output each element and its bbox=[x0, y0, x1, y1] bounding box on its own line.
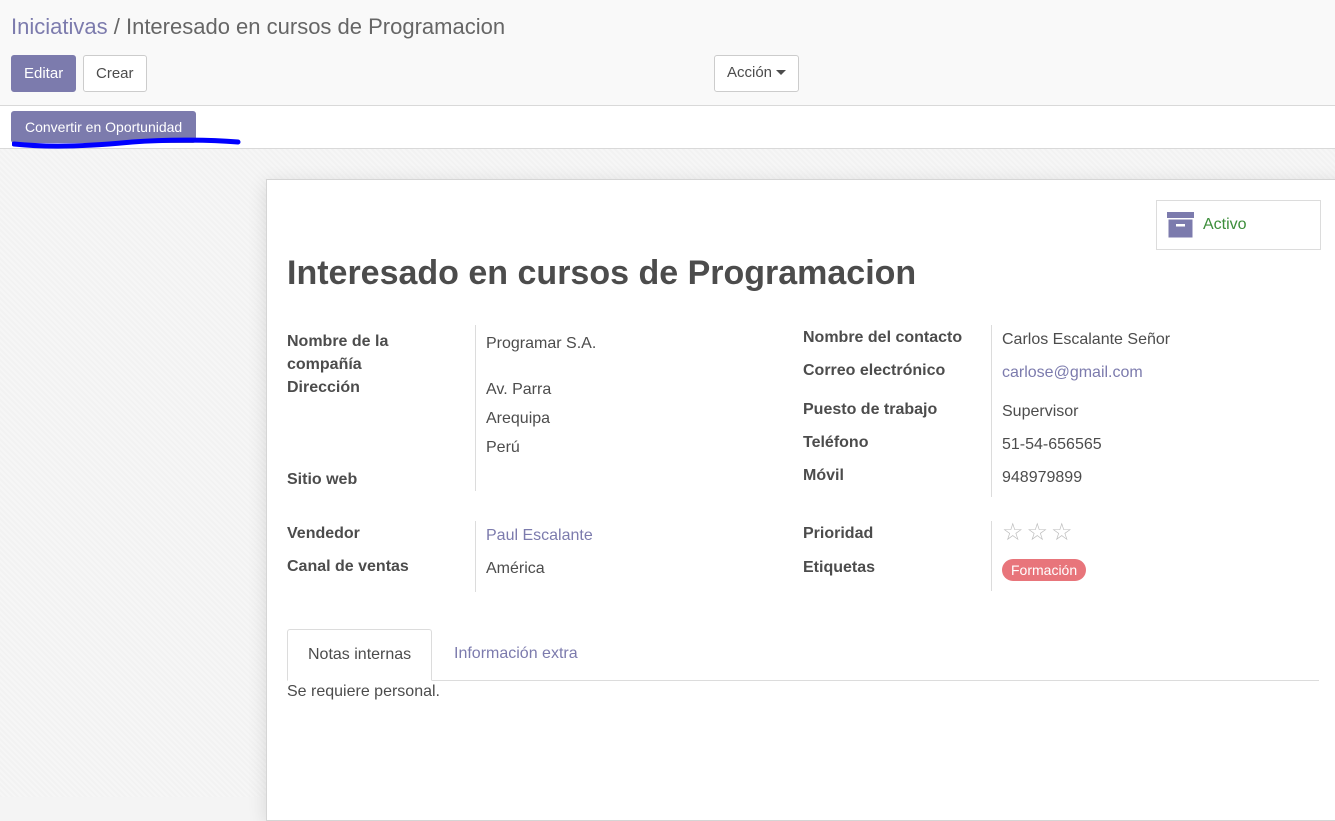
field-divider bbox=[475, 325, 476, 491]
address-label: Dirección bbox=[287, 379, 360, 396]
company-name-label-line1: Nombre de la bbox=[287, 333, 389, 350]
field-divider bbox=[475, 521, 476, 592]
job-position-value: Supervisor bbox=[1002, 403, 1079, 420]
sales-channel-label: Canal de ventas bbox=[287, 558, 409, 575]
breadcrumb-separator: / bbox=[113, 14, 120, 39]
contact-name-value: Carlos Escalante Señor bbox=[1002, 331, 1171, 348]
field-divider bbox=[991, 325, 992, 497]
job-position-label: Puesto de trabajo bbox=[803, 401, 938, 418]
priority-stars: ☆ ☆ ☆ bbox=[1002, 521, 1073, 545]
notebook-tabs: Notas internas Información extra bbox=[287, 629, 1319, 681]
company-name-label-line2: compañía bbox=[287, 356, 362, 373]
email-link[interactable]: carlose@gmail.com bbox=[1002, 363, 1143, 383]
control-panel: Iniciativas / Interesado en cursos de Pr… bbox=[0, 0, 1335, 106]
form-sheet: Activo Interesado en cursos de Programac… bbox=[266, 179, 1335, 821]
tag-badge: Formación bbox=[1002, 559, 1087, 581]
star-outline-icon[interactable]: ☆ bbox=[1002, 521, 1024, 545]
edit-button[interactable]: Editar bbox=[11, 55, 77, 92]
create-button[interactable]: Crear bbox=[83, 55, 147, 92]
phone-value: 51-54-656565 bbox=[1002, 436, 1102, 453]
address-street-value: Av. Parra bbox=[486, 381, 552, 398]
website-label: Sitio web bbox=[287, 471, 358, 488]
breadcrumb-parent-link[interactable]: Iniciativas bbox=[11, 14, 108, 39]
salesperson-link[interactable]: Paul Escalante bbox=[486, 526, 593, 546]
tab-extra-info[interactable]: Información extra bbox=[434, 629, 598, 680]
company-name-label: Nombre de la compañía bbox=[287, 330, 388, 376]
mobile-label: Móvil bbox=[803, 467, 844, 484]
hand-drawn-underline bbox=[12, 137, 241, 149]
active-toggle-button[interactable]: Activo bbox=[1156, 200, 1321, 250]
email-label: Correo electrónico bbox=[803, 362, 946, 379]
priority-label: Prioridad bbox=[803, 525, 874, 542]
tags-label: Etiquetas bbox=[803, 559, 876, 576]
tab-internal-notes[interactable]: Notas internas bbox=[287, 629, 433, 681]
statusbar: Convertir en Oportunidad bbox=[0, 106, 1335, 149]
breadcrumb-current: Interesado en cursos de Programacion bbox=[125, 14, 506, 39]
star-outline-icon[interactable]: ☆ bbox=[1027, 521, 1049, 545]
mobile-value: 948979899 bbox=[1002, 469, 1083, 486]
phone-label: Teléfono bbox=[803, 434, 869, 451]
address-country-value: Perú bbox=[486, 439, 520, 456]
archive-icon bbox=[1167, 212, 1194, 238]
internal-notes-content: Se requiere personal. bbox=[287, 683, 440, 700]
company-name-value: Programar S.A. bbox=[486, 335, 597, 352]
field-divider bbox=[991, 521, 992, 591]
action-dropdown-button[interactable]: Acción bbox=[714, 55, 800, 92]
address-city-value: Arequipa bbox=[486, 410, 551, 427]
action-dropdown-label: Acción bbox=[727, 64, 773, 81]
sales-channel-value: América bbox=[486, 560, 545, 577]
contact-name-label: Nombre del contacto bbox=[803, 329, 963, 346]
active-label: Activo bbox=[1203, 216, 1247, 233]
salesperson-label: Vendedor bbox=[287, 525, 360, 542]
record-title: Interesado en cursos de Programacion bbox=[287, 254, 917, 292]
caret-down-icon bbox=[776, 70, 787, 75]
star-outline-icon[interactable]: ☆ bbox=[1051, 521, 1073, 545]
breadcrumb: Iniciativas / Interesado en cursos de Pr… bbox=[11, 14, 505, 40]
